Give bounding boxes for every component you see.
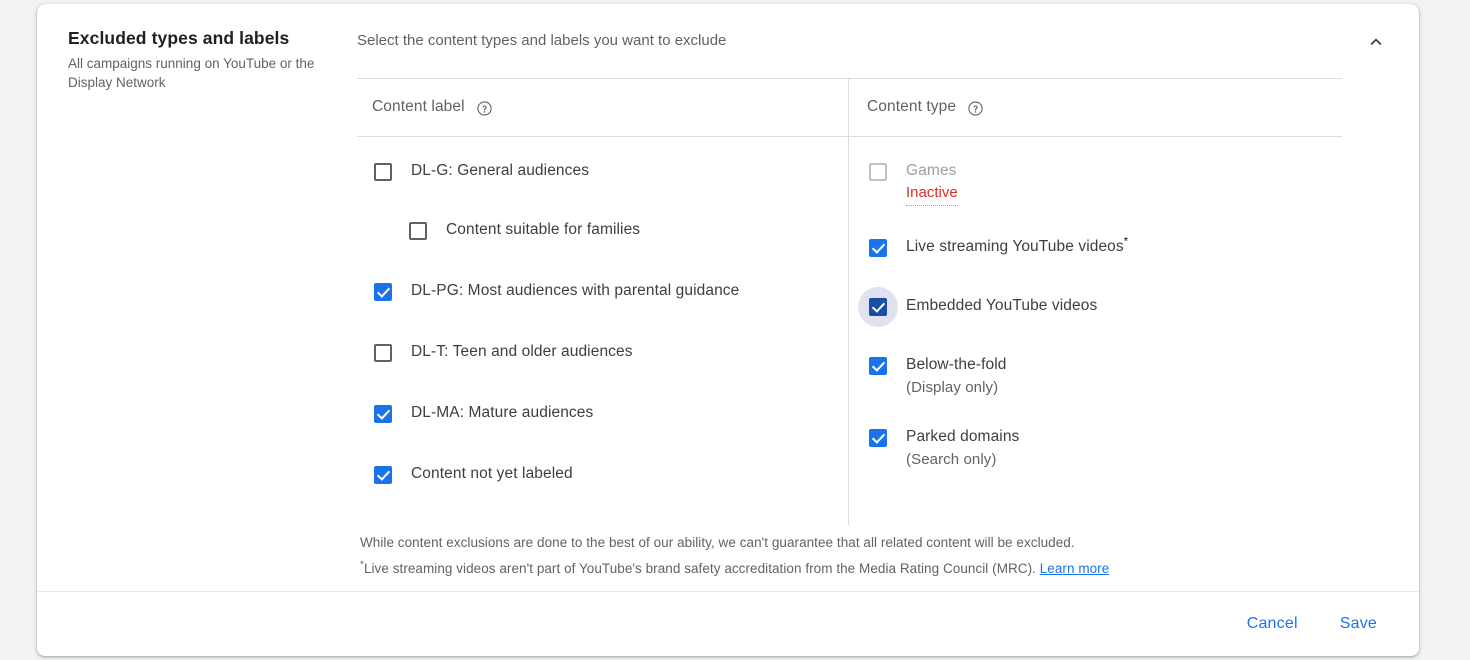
- checkbox-label-content-suitable-for-families[interactable]: Content suitable for families: [446, 221, 640, 238]
- help-circle-icon[interactable]: [476, 100, 493, 117]
- chevron-up-icon: [1365, 31, 1387, 56]
- checkbox-content-suitable-for-families[interactable]: [398, 211, 438, 251]
- checkbox-label-below-the-fold[interactable]: Below-the-fold: [906, 356, 1006, 373]
- disclaimer-line-2-wrap: *Live streaming videos aren't part of Yo…: [360, 556, 1359, 582]
- checkbox-dl-pg[interactable]: [363, 272, 403, 312]
- excluded-types-and-labels-card: Excluded types and labels All campaigns …: [37, 4, 1419, 656]
- checkbox-content-not-yet-labeled[interactable]: [363, 455, 403, 495]
- disclaimer: While content exclusions are done to the…: [360, 530, 1359, 582]
- collapse-section-button[interactable]: [1359, 26, 1393, 60]
- checkbox-dl-g[interactable]: [363, 152, 403, 192]
- page-background: Excluded types and labels All campaigns …: [0, 0, 1470, 660]
- checkbox-label-content-not-yet-labeled[interactable]: Content not yet labeled: [411, 465, 573, 482]
- content-type-options: Games Inactive Live streaming YouTube vi…: [849, 136, 1342, 471]
- checkbox-parked-domains[interactable]: [858, 418, 898, 458]
- card-body: Excluded types and labels All campaigns …: [37, 4, 1419, 591]
- content-type-header-text: Content type: [867, 98, 957, 115]
- content-label-header-text: Content label: [372, 98, 465, 115]
- checkbox-row-live-streaming-youtube-videos[interactable]: Live streaming YouTube videos*: [867, 228, 1342, 268]
- card-left-pane: Excluded types and labels All campaigns …: [37, 4, 354, 591]
- checkbox-row-content-not-yet-labeled[interactable]: Content not yet labeled: [372, 455, 849, 495]
- checkbox-label-dl-ma[interactable]: DL-MA: Mature audiences: [411, 404, 593, 421]
- status-badge-inactive[interactable]: Inactive: [906, 182, 958, 206]
- checkbox-row-dl-pg[interactable]: DL-PG: Most audiences with parental guid…: [372, 272, 849, 312]
- checkbox-row-parked-domains[interactable]: Parked domains (Search only): [867, 418, 1342, 471]
- checkbox-label-dl-pg[interactable]: DL-PG: Most audiences with parental guid…: [411, 282, 739, 299]
- disclaimer-line-2: Live streaming videos aren't part of You…: [363, 561, 1040, 576]
- checkbox-label-embedded-youtube-videos[interactable]: Embedded YouTube videos: [906, 297, 1097, 314]
- checkbox-label-parked-domains[interactable]: Parked domains: [906, 428, 1019, 445]
- card-footer: Cancel Save: [37, 591, 1419, 656]
- intro-text: Select the content types and labels you …: [357, 32, 727, 49]
- checkbox-label-dl-t[interactable]: DL-T: Teen and older audiences: [411, 343, 633, 360]
- content-type-header: Content type: [849, 78, 1342, 136]
- learn-more-link[interactable]: Learn more: [1040, 561, 1110, 576]
- content-label-options: DL-G: General audiences Content suitable…: [357, 136, 849, 495]
- checkbox-sublabel-below-the-fold: (Display only): [906, 379, 999, 396]
- checkbox-dl-t[interactable]: [363, 333, 403, 373]
- checkbox-live-streaming-youtube-videos[interactable]: [858, 228, 898, 268]
- cancel-button[interactable]: Cancel: [1231, 606, 1314, 642]
- checkbox-dl-ma[interactable]: [363, 394, 403, 434]
- checkbox-row-games: Games Inactive: [867, 152, 1342, 206]
- footnote-marker: *: [1123, 235, 1129, 248]
- checkbox-row-below-the-fold[interactable]: Below-the-fold (Display only): [867, 346, 1342, 399]
- checkbox-below-the-fold[interactable]: [858, 346, 898, 386]
- exclusions-table: Content label DL-G: General audiences Co…: [357, 78, 1342, 525]
- content-type-column: Content type Games Inactive Live streami…: [849, 78, 1342, 525]
- card-right-pane: Select the content types and labels you …: [354, 4, 1419, 591]
- content-label-header: Content label: [357, 78, 849, 136]
- checkbox-label-dl-g[interactable]: DL-G: General audiences: [411, 162, 589, 179]
- page-subtitle: All campaigns running on YouTube or the …: [68, 56, 315, 90]
- checkbox-embedded-youtube-videos[interactable]: [858, 287, 898, 327]
- page-title: Excluded types and labels: [68, 28, 290, 48]
- checkbox-row-embedded-youtube-videos[interactable]: Embedded YouTube videos: [858, 287, 1342, 327]
- checkbox-label-games: Games: [906, 162, 957, 179]
- checkbox-label-live-streaming-youtube-videos[interactable]: Live streaming YouTube videos: [906, 238, 1124, 255]
- checkbox-row-dl-g[interactable]: DL-G: General audiences: [372, 152, 849, 192]
- checkbox-games: [858, 152, 898, 192]
- checkbox-sublabel-parked-domains: (Search only): [906, 451, 997, 468]
- disclaimer-line-1: While content exclusions are done to the…: [360, 535, 1075, 550]
- checkbox-row-content-suitable-for-families[interactable]: Content suitable for families: [407, 211, 849, 251]
- checkbox-row-dl-t[interactable]: DL-T: Teen and older audiences: [372, 333, 849, 373]
- checkbox-row-dl-ma[interactable]: DL-MA: Mature audiences: [372, 394, 849, 434]
- help-circle-icon[interactable]: [967, 100, 984, 117]
- save-button[interactable]: Save: [1324, 606, 1393, 642]
- content-label-column: Content label DL-G: General audiences Co…: [357, 78, 849, 525]
